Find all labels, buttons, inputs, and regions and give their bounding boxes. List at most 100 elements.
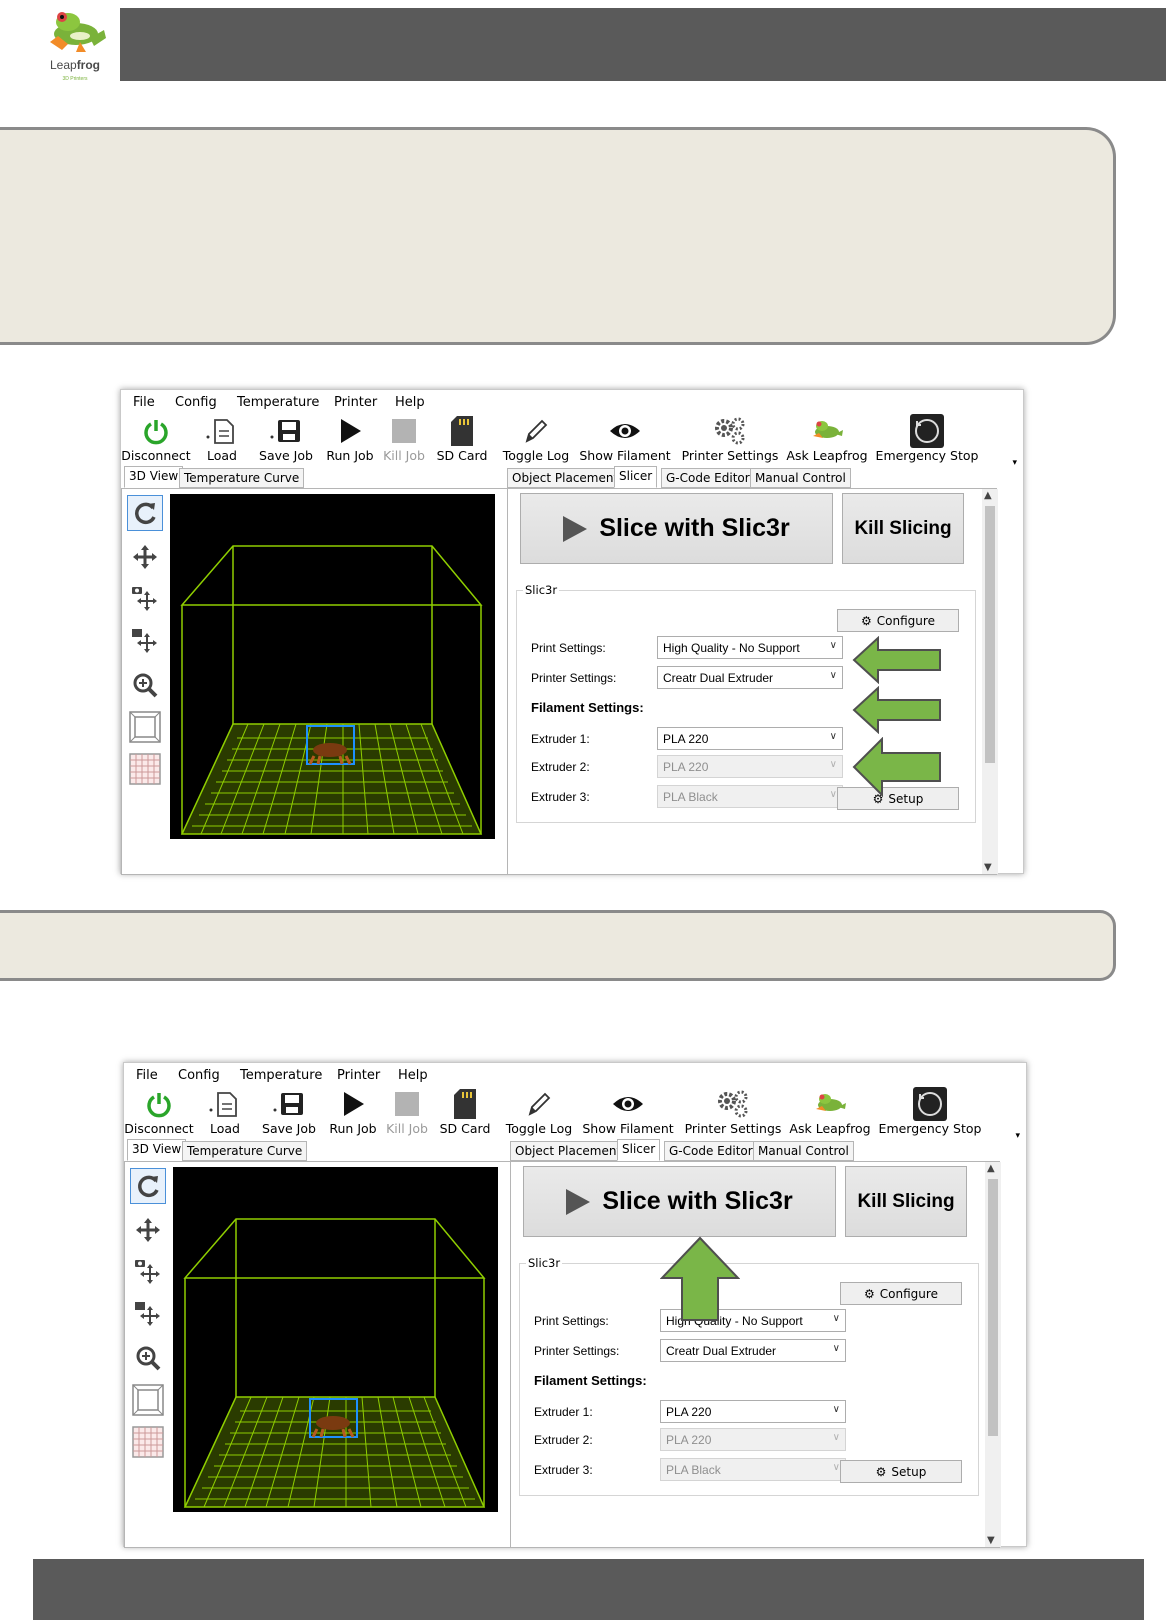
move-object-icon[interactable]	[130, 1296, 166, 1332]
extruder-2-select[interactable]: PLA 220 ∨	[657, 755, 843, 778]
tab-gcode-editor[interactable]: G-Code Editor	[664, 1141, 758, 1161]
eye-icon	[608, 416, 642, 446]
top-view-icon[interactable]	[127, 751, 163, 787]
kill-slicing-button[interactable]: Kill Slicing	[842, 493, 964, 564]
menu-file[interactable]: File	[133, 395, 155, 410]
scroll-up-icon[interactable]: ▲	[984, 490, 992, 501]
extruder-3-label: Extruder 3:	[534, 1463, 593, 1477]
extruder-1-select[interactable]: PLA 220 ∨	[660, 1400, 846, 1423]
printer-settings-select[interactable]: Creatr Dual Extruder ∨	[660, 1339, 846, 1362]
print-settings-select[interactable]: High Quality - No Support ∨	[657, 636, 843, 659]
menu-config[interactable]: Config	[175, 395, 217, 410]
tab-object-placement[interactable]: Object Placement	[507, 468, 624, 488]
toggle-log-button[interactable]: Toggle Log	[502, 1087, 576, 1139]
printer-settings-button[interactable]: Printer Settings	[678, 414, 782, 466]
move-camera-icon[interactable]	[127, 581, 163, 617]
slice-with-slic3r-button[interactable]: Slice with Slic3r	[520, 493, 833, 564]
tab-temperature-curve[interactable]: Temperature Curve	[182, 1141, 308, 1161]
arrow-up-icon	[660, 1236, 740, 1321]
save-icon	[272, 1089, 306, 1119]
ask-leapfrog-button[interactable]: Ask Leapfrog	[788, 1087, 872, 1139]
load-button[interactable]: Load	[196, 1087, 254, 1139]
gears-icon	[712, 416, 748, 446]
sd-card-button[interactable]: SD Card	[434, 1087, 496, 1139]
move-camera-icon[interactable]	[130, 1254, 166, 1290]
menu-temperature[interactable]: Temperature	[237, 395, 319, 410]
show-filament-button[interactable]: Show Filament	[579, 1087, 677, 1139]
disconnect-button[interactable]: Disconnect	[121, 414, 191, 466]
document-icon	[205, 416, 239, 446]
load-button[interactable]: Load	[193, 414, 251, 466]
save-job-button[interactable]: Save Job	[251, 414, 321, 466]
top-view-icon[interactable]	[130, 1424, 166, 1460]
front-view-icon[interactable]	[130, 1382, 166, 1418]
scroll-thumb[interactable]	[988, 1179, 998, 1436]
scroll-down-icon[interactable]: ▼	[987, 1535, 995, 1546]
play-icon	[563, 515, 588, 542]
chevron-down-icon: ∨	[829, 670, 837, 681]
tab-3d-view[interactable]: 3D View	[127, 1139, 187, 1161]
ask-leapfrog-button[interactable]: Ask Leapfrog	[785, 414, 869, 466]
run-job-button[interactable]: Run Job	[323, 414, 377, 466]
zoom-icon[interactable]	[127, 667, 163, 703]
tab-3d-view[interactable]: 3D View	[124, 466, 184, 488]
3d-viewport[interactable]	[173, 1167, 498, 1512]
menu-printer[interactable]: Printer	[337, 1068, 380, 1083]
rotate-view-icon[interactable]	[127, 495, 163, 531]
configure-button[interactable]: ⚙ Configure	[840, 1282, 962, 1305]
tab-gcode-editor[interactable]: G-Code Editor	[661, 468, 755, 488]
configure-button[interactable]: ⚙ Configure	[837, 609, 959, 632]
play-icon	[340, 1089, 366, 1119]
kill-slicing-button[interactable]: Kill Slicing	[845, 1166, 967, 1237]
tab-slicer[interactable]: Slicer	[617, 1139, 661, 1161]
tab-object-placement[interactable]: Object Placement	[510, 1141, 627, 1161]
rotate-view-icon[interactable]	[130, 1168, 166, 1204]
zoom-icon[interactable]	[130, 1340, 166, 1376]
emergency-stop-button[interactable]: Emergency Stop	[878, 1087, 982, 1139]
tab-slicer[interactable]: Slicer	[614, 466, 658, 488]
vertical-scrollbar[interactable]: ▲ ▼	[985, 1162, 1001, 1547]
scroll-up-icon[interactable]: ▲	[987, 1163, 995, 1174]
move-view-icon[interactable]	[127, 539, 163, 575]
save-job-button[interactable]: Save Job	[254, 1087, 324, 1139]
menu-temperature[interactable]: Temperature	[240, 1068, 322, 1083]
toolbar-overflow-icon[interactable]: ▾	[1015, 1131, 1020, 1141]
print-settings-label: Print Settings:	[534, 1314, 609, 1328]
kill-job-button[interactable]: Kill Job	[382, 1087, 432, 1139]
printer-settings-select[interactable]: Creatr Dual Extruder ∨	[657, 666, 843, 689]
scroll-down-icon[interactable]: ▼	[984, 862, 992, 873]
3d-viewport[interactable]	[170, 494, 495, 839]
menu-help[interactable]: Help	[395, 395, 425, 410]
menu-printer[interactable]: Printer	[334, 395, 377, 410]
extruder-2-select[interactable]: PLA 220 ∨	[660, 1428, 846, 1451]
move-object-icon[interactable]	[127, 623, 163, 659]
toolbar-overflow-icon[interactable]: ▾	[1012, 458, 1017, 468]
move-view-icon[interactable]	[130, 1212, 166, 1248]
sd-card-button[interactable]: SD Card	[431, 414, 493, 466]
menu-file[interactable]: File	[136, 1068, 158, 1083]
setup-button[interactable]: ⚙ Setup	[840, 1460, 962, 1483]
kill-job-button[interactable]: Kill Job	[379, 414, 429, 466]
slice-with-slic3r-button[interactable]: Slice with Slic3r	[523, 1166, 836, 1237]
menu-config[interactable]: Config	[178, 1068, 220, 1083]
run-job-button[interactable]: Run Job	[326, 1087, 380, 1139]
disconnect-button[interactable]: Disconnect	[124, 1087, 194, 1139]
stop-square-icon	[391, 416, 417, 446]
extruder-3-select[interactable]: PLA Black ∨	[657, 785, 843, 808]
tab-manual-control[interactable]: Manual Control	[753, 1141, 854, 1161]
tab-temperature-curve[interactable]: Temperature Curve	[179, 468, 305, 488]
scroll-thumb[interactable]	[985, 506, 995, 763]
extruder-1-select[interactable]: PLA 220 ∨	[657, 727, 843, 750]
vertical-scrollbar[interactable]: ▲ ▼	[982, 489, 998, 874]
toggle-log-button[interactable]: Toggle Log	[499, 414, 573, 466]
extruder-3-select[interactable]: PLA Black ∨	[660, 1458, 846, 1481]
emergency-stop-button[interactable]: Emergency Stop	[875, 414, 979, 466]
tab-manual-control[interactable]: Manual Control	[750, 468, 851, 488]
stop-square-icon	[394, 1089, 420, 1119]
extruder-3-label: Extruder 3:	[531, 790, 590, 804]
menu-bar: File Config Temperature Printer Help	[121, 390, 1023, 414]
menu-help[interactable]: Help	[398, 1068, 428, 1083]
show-filament-button[interactable]: Show Filament	[576, 414, 674, 466]
front-view-icon[interactable]	[127, 709, 163, 745]
printer-settings-button[interactable]: Printer Settings	[681, 1087, 785, 1139]
